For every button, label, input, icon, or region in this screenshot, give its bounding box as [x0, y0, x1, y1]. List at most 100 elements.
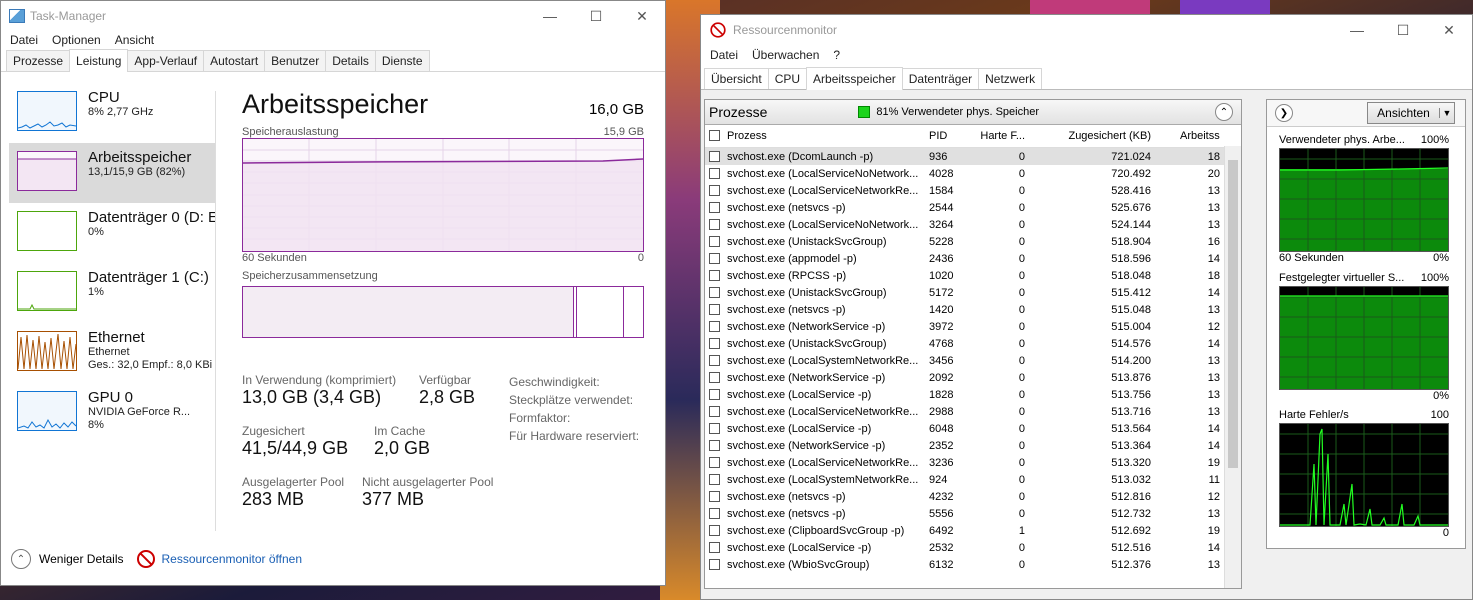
- tab-details[interactable]: Details: [325, 50, 376, 71]
- table-row[interactable]: svchost.exe (UnistackSvcGroup) 5228 0 518.9…: [705, 233, 1241, 250]
- resource-memory[interactable]: Arbeitsspeicher 13,1/15,9 GB (82%): [9, 143, 215, 203]
- row-checkbox[interactable]: [709, 389, 720, 400]
- row-checkbox[interactable]: [709, 474, 720, 485]
- resource-cpu[interactable]: CPU 8% 2,77 GHz: [9, 83, 215, 143]
- row-checkbox[interactable]: [709, 253, 720, 264]
- row-checkbox[interactable]: [709, 202, 720, 213]
- process-committed: 525.676: [1111, 201, 1151, 214]
- col-pid[interactable]: PID: [929, 130, 969, 142]
- row-checkbox[interactable]: [709, 151, 720, 162]
- table-row[interactable]: svchost.exe (LocalService -p) 2532 0 512.51…: [705, 539, 1241, 556]
- row-checkbox[interactable]: [709, 525, 720, 536]
- col-hard-faults[interactable]: Harte F...: [975, 130, 1025, 142]
- table-row[interactable]: svchost.exe (WbioSvcGroup) 6132 0 512.376 13: [705, 556, 1241, 573]
- row-checkbox[interactable]: [709, 542, 720, 553]
- tab-dienste[interactable]: Dienste: [374, 50, 430, 71]
- menu-ansicht[interactable]: Ansicht: [108, 33, 161, 47]
- table-row[interactable]: svchost.exe (LocalSystemNetworkRe... 3456…: [705, 352, 1241, 369]
- table-row[interactable]: svchost.exe (LocalServiceNoNetwork... 402…: [705, 165, 1241, 182]
- row-checkbox[interactable]: [709, 406, 720, 417]
- row-checkbox[interactable]: [709, 219, 720, 230]
- table-row[interactable]: svchost.exe (netsvcs -p) 4232 0 512.816 12: [705, 488, 1241, 505]
- col-committed[interactable]: Zugesichert (KB): [1035, 130, 1151, 142]
- col-prozess[interactable]: Prozess: [727, 130, 923, 142]
- vertical-scrollbar[interactable]: [1224, 146, 1241, 588]
- row-checkbox[interactable]: [709, 355, 720, 366]
- table-row[interactable]: svchost.exe (LocalServiceNetworkRe... 298…: [705, 403, 1241, 420]
- table-row[interactable]: svchost.exe (ClipboardSvcGroup -p) 6492 1 5…: [705, 522, 1241, 539]
- row-checkbox[interactable]: [709, 168, 720, 179]
- table-row[interactable]: svchost.exe (NetworkService -p) 2352 0 513.…: [705, 437, 1241, 454]
- minimize-icon[interactable]: —: [1334, 15, 1380, 45]
- table-row[interactable]: svchost.exe (netsvcs -p) 5556 0 512.732 13: [705, 505, 1241, 522]
- process-section-header[interactable]: Prozesse 81% Verwendeter phys. Speicher …: [705, 100, 1241, 125]
- close-icon[interactable]: ✕: [619, 1, 665, 31]
- close-icon[interactable]: ✕: [1426, 15, 1472, 45]
- row-checkbox[interactable]: [709, 508, 720, 519]
- scrollbar-thumb[interactable]: [1228, 160, 1238, 468]
- tab-benutzer[interactable]: Benutzer: [264, 50, 327, 71]
- rm-menu-ueberwachen[interactable]: Überwachen: [745, 48, 826, 62]
- tab-datentraeger[interactable]: Datenträger: [901, 68, 980, 89]
- table-row[interactable]: svchost.exe (appmodel -p) 2436 0 518.596 14: [705, 250, 1241, 267]
- table-row[interactable]: svchost.exe (LocalService -p) 6048 0 513.56…: [705, 420, 1241, 437]
- less-details-link[interactable]: Weniger Details: [39, 552, 123, 566]
- title-bar[interactable]: Task-Manager — ☐ ✕: [1, 1, 665, 31]
- row-checkbox[interactable]: [709, 185, 720, 196]
- tab-arbeitsspeicher[interactable]: Arbeitsspeicher: [806, 67, 903, 90]
- expand-arrow-icon[interactable]: ❯: [1275, 104, 1293, 122]
- row-checkbox[interactable]: [709, 236, 720, 247]
- row-checkbox[interactable]: [709, 491, 720, 502]
- maximize-icon[interactable]: ☐: [573, 1, 619, 31]
- table-row[interactable]: svchost.exe (NetworkService -p) 2092 0 513.…: [705, 369, 1241, 386]
- table-row[interactable]: svchost.exe (LocalSystemNetworkRe... 924 0…: [705, 471, 1241, 488]
- col-working-set[interactable]: Arbeitssa: [1180, 130, 1220, 142]
- row-checkbox[interactable]: [709, 304, 720, 315]
- tab-uebersicht[interactable]: Übersicht: [704, 68, 769, 89]
- menu-datei[interactable]: Datei: [3, 33, 45, 47]
- select-all-checkbox[interactable]: [709, 130, 720, 141]
- table-row[interactable]: svchost.exe (NetworkService -p) 3972 0 515.…: [705, 318, 1241, 335]
- resource-disk-1[interactable]: Datenträger 1 (C:) 1%: [9, 263, 215, 323]
- tab-netzwerk[interactable]: Netzwerk: [978, 68, 1043, 89]
- open-resource-monitor-link[interactable]: Ressourcenmonitor öffnen: [161, 552, 302, 566]
- resource-ethernet[interactable]: Ethernet Ethernet Ges.: 32,0 Empf.: 8,0 KB…: [9, 323, 215, 383]
- table-row[interactable]: svchost.exe (UnistackSvcGroup) 4768 0 514.5…: [705, 335, 1241, 352]
- table-row[interactable]: svchost.exe (netsvcs -p) 1420 0 515.048 13: [705, 301, 1241, 318]
- rm-menu-datei[interactable]: Datei: [703, 48, 745, 62]
- rm-title-bar[interactable]: Ressourcenmonitor — ☐ ✕: [701, 15, 1472, 45]
- maximize-icon[interactable]: ☐: [1380, 15, 1426, 45]
- rm-menu-help[interactable]: ?: [826, 48, 847, 62]
- table-row[interactable]: svchost.exe (LocalServiceNoNetwork... 326…: [705, 216, 1241, 233]
- table-row[interactable]: svchost.exe (netsvcs -p) 2544 0 525.676 13: [705, 199, 1241, 216]
- minimize-icon[interactable]: —: [527, 1, 573, 31]
- row-checkbox[interactable]: [709, 270, 720, 281]
- row-checkbox[interactable]: [709, 321, 720, 332]
- resource-gpu[interactable]: GPU 0 NVIDIA GeForce R... 8%: [9, 383, 215, 443]
- row-checkbox[interactable]: [709, 287, 720, 298]
- resource-disk-0[interactable]: Datenträger 0 (D: E 0%: [9, 203, 215, 263]
- row-checkbox[interactable]: [709, 372, 720, 383]
- table-row[interactable]: svchost.exe (UnistackSvcGroup) 5172 0 515.4…: [705, 284, 1241, 301]
- memory-thumbnail: [17, 151, 77, 191]
- tab-autostart[interactable]: Autostart: [203, 50, 266, 71]
- chevron-up-icon[interactable]: ⌃: [11, 549, 31, 569]
- menu-optionen[interactable]: Optionen: [45, 33, 108, 47]
- row-checkbox[interactable]: [709, 423, 720, 434]
- table-row[interactable]: svchost.exe (LocalService -p) 1828 0 513.75…: [705, 386, 1241, 403]
- table-row[interactable]: svchost.exe (LocalServiceNetworkRe... 158…: [705, 182, 1241, 199]
- collapse-icon[interactable]: ⌃: [1215, 103, 1233, 121]
- row-checkbox[interactable]: [709, 440, 720, 451]
- table-row[interactable]: svchost.exe (LocalServiceNetworkRe... 323…: [705, 454, 1241, 471]
- row-checkbox[interactable]: [709, 559, 720, 570]
- tab-prozesse[interactable]: Prozesse: [6, 50, 71, 71]
- table-row[interactable]: svchost.exe (RPCSS -p) 1020 0 518.048 18: [705, 267, 1241, 284]
- pane-divider[interactable]: [215, 91, 216, 531]
- table-row[interactable]: svchost.exe (DcomLaunch -p) 936 0 721.024 18: [705, 148, 1241, 165]
- row-checkbox[interactable]: [709, 457, 720, 468]
- tab-app-verlauf[interactable]: App-Verlauf: [127, 50, 205, 71]
- tab-leistung[interactable]: Leistung: [69, 49, 129, 72]
- row-checkbox[interactable]: [709, 338, 720, 349]
- views-dropdown[interactable]: Ansichten ▼: [1367, 102, 1455, 124]
- tab-cpu[interactable]: CPU: [767, 68, 808, 89]
